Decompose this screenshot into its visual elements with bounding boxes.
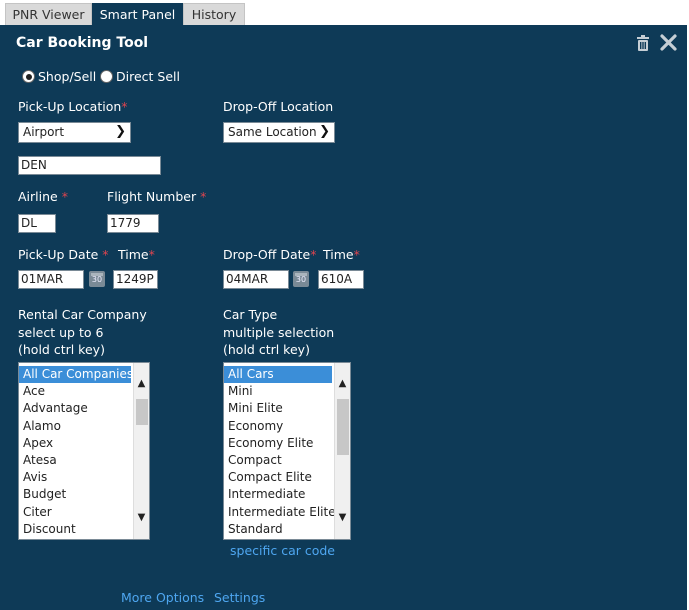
more-options-link[interactable]: More Options — [121, 590, 204, 605]
dropoff-time-label: Time* — [323, 247, 360, 262]
tab-pnr-viewer[interactable]: PNR Viewer — [5, 3, 92, 25]
list-item[interactable]: Discount — [19, 521, 149, 538]
list-item[interactable]: Intermediate Elite — [224, 504, 350, 521]
list-item[interactable]: Intermediate — [224, 486, 350, 503]
list-item[interactable]: Avis — [19, 469, 149, 486]
chevron-down-icon: ❯ — [115, 124, 126, 139]
car-booking-panel: Car Booking Tool Shop/Sell Direct Sell P… — [0, 25, 687, 610]
shop-sell-radio[interactable] — [22, 70, 35, 83]
calendar-icon[interactable]: 30 — [89, 271, 105, 287]
list-item[interactable]: All Cars — [224, 366, 332, 384]
car-type-label: Car Type multiple selection (hold ctrl k… — [223, 307, 335, 357]
calendar-icon[interactable]: 30 — [293, 271, 309, 287]
list-item[interactable]: All Car Companies — [19, 366, 133, 384]
dropoff-location-select[interactable]: Same Location ❯ — [223, 122, 335, 143]
list-item[interactable]: Ace — [19, 383, 149, 400]
scrollbar[interactable]: ▲ ▼ — [133, 363, 149, 539]
list-item[interactable]: Citer — [19, 504, 149, 521]
pickup-location-label: Pick-Up Location* — [18, 99, 128, 114]
pickup-date-label: Pick-Up Date * — [18, 247, 109, 262]
direct-sell-label: Direct Sell — [116, 69, 180, 84]
panel-title: Car Booking Tool — [16, 35, 149, 51]
airline-label: Airline * — [18, 189, 68, 204]
flight-number-label: Flight Number * — [107, 189, 207, 204]
list-item[interactable]: Mini — [224, 383, 350, 400]
list-item[interactable]: Compact — [224, 452, 350, 469]
rental-company-label: Rental Car Company select up to 6 (hold … — [18, 307, 147, 357]
list-item[interactable]: Mini Elite — [224, 400, 350, 417]
tab-bar: PNR Viewer Smart Panel History — [0, 0, 689, 25]
specific-car-code-link[interactable]: specific car code — [230, 543, 335, 558]
list-item[interactable]: Alamo — [19, 418, 149, 435]
flight-number-input[interactable]: 1779 — [107, 214, 159, 233]
chevron-up-icon[interactable]: ▲ — [134, 377, 149, 391]
car-type-listbox[interactable]: All Cars Mini Mini Elite Economy Economy… — [223, 362, 351, 540]
dropoff-location-label: Drop-Off Location — [223, 99, 334, 114]
trash-icon[interactable] — [636, 35, 650, 51]
direct-sell-radio[interactable] — [100, 70, 113, 83]
chevron-down-icon[interactable]: ▼ — [335, 511, 350, 525]
list-item[interactable]: Apex — [19, 435, 149, 452]
pickup-location-code-input[interactable]: DEN — [18, 156, 161, 175]
dropoff-date-input[interactable]: 04MAR — [223, 270, 289, 289]
rental-company-listbox[interactable]: All Car Companies Ace Advantage Alamo Ap… — [18, 362, 150, 540]
list-item[interactable]: Budget — [19, 486, 149, 503]
pickup-time-input[interactable]: 1249P — [113, 270, 158, 289]
list-item[interactable]: Economy — [224, 418, 350, 435]
list-item[interactable]: Standard — [224, 521, 350, 538]
chevron-down-icon: ❯ — [319, 124, 330, 139]
close-icon[interactable] — [660, 34, 677, 51]
dropoff-time-input[interactable]: 610A — [318, 270, 364, 289]
scrollbar[interactable]: ▲ ▼ — [334, 363, 350, 539]
scrollbar-thumb[interactable] — [136, 399, 148, 425]
list-item[interactable]: Atesa — [19, 452, 149, 469]
settings-link[interactable]: Settings — [214, 590, 265, 605]
dropoff-date-label: Drop-Off Date* — [223, 247, 317, 262]
list-item[interactable]: Advantage — [19, 400, 149, 417]
airline-input[interactable]: DL — [18, 214, 56, 233]
tab-history[interactable]: History — [183, 3, 245, 25]
shop-sell-label: Shop/Sell — [38, 69, 97, 84]
pickup-location-select[interactable]: Airport ❯ — [18, 122, 131, 143]
chevron-up-icon[interactable]: ▲ — [335, 377, 350, 391]
scrollbar-thumb[interactable] — [337, 399, 349, 455]
pickup-date-input[interactable]: 01MAR — [18, 270, 84, 289]
list-item[interactable]: Economy Elite — [224, 435, 350, 452]
tab-smart-panel[interactable]: Smart Panel — [92, 3, 183, 25]
pickup-time-label: Time* — [118, 247, 155, 262]
list-item[interactable]: Compact Elite — [224, 469, 350, 486]
chevron-down-icon[interactable]: ▼ — [134, 511, 149, 525]
